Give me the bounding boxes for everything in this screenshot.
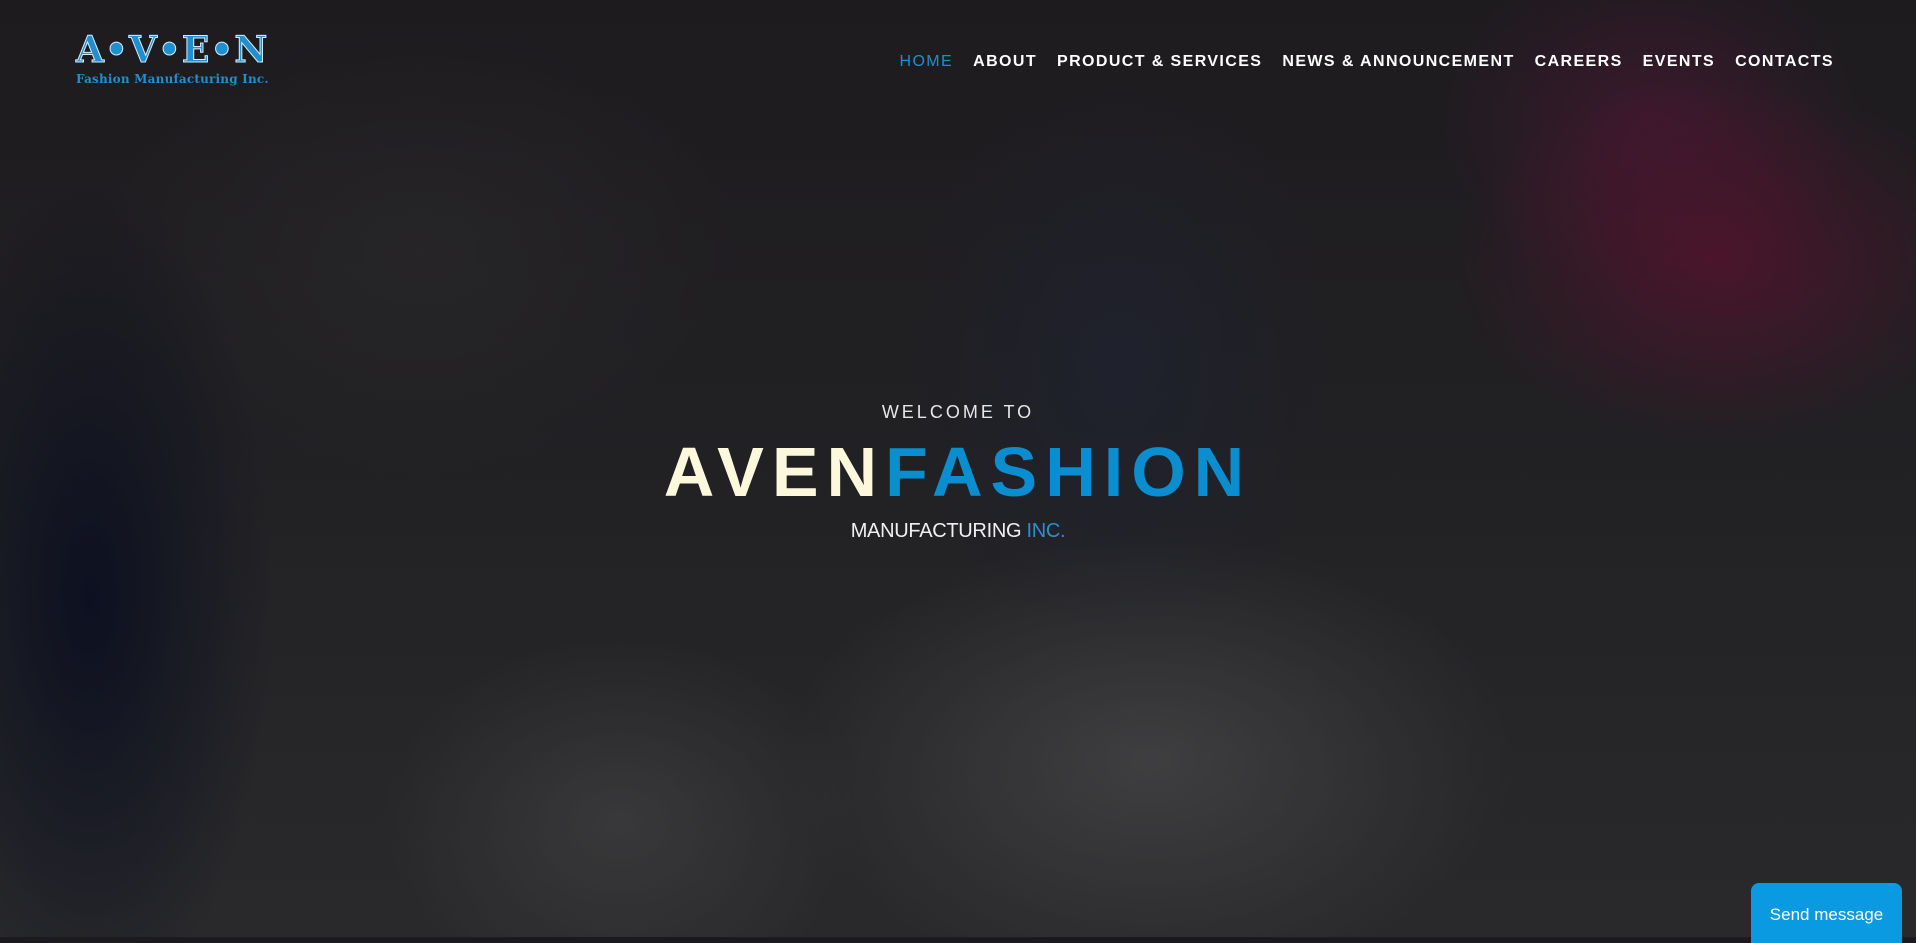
hero-title-aven: AVEN <box>663 433 886 511</box>
hero-text-block: WELCOME TO AVENFASHION MANUFACTURING INC… <box>0 398 1916 543</box>
hero-welcome-text: WELCOME TO <box>881 402 1035 422</box>
hero-subtitle-manufacturing: MANUFACTURING <box>850 520 1022 542</box>
hero-title: AVENFASHION <box>0 432 1916 512</box>
nav-item-events[interactable]: EVENTS <box>1633 50 1725 74</box>
hero-subtitle-inc: INC. <box>1021 520 1066 542</box>
hero-subtitle: MANUFACTURING INC. <box>0 520 1916 543</box>
hero-title-fashion: FASHION <box>885 433 1253 511</box>
logo-tagline: Fashion Manufacturing Inc. <box>76 72 269 86</box>
site-logo[interactable]: A•V•E•N Fashion Manufacturing Inc. <box>76 29 276 87</box>
logo-wordmark: A•V•E•N <box>76 29 269 71</box>
nav-item-careers[interactable]: CAREERS <box>1525 50 1633 74</box>
main-navigation: HOME ABOUT PRODUCT & SERVICES NEWS & ANN… <box>890 50 1845 74</box>
send-message-button[interactable]: Send message <box>1751 883 1902 943</box>
nav-item-product-services[interactable]: PRODUCT & SERVICES <box>1047 50 1272 74</box>
nav-item-home[interactable]: HOME <box>890 50 964 74</box>
nav-item-about[interactable]: ABOUT <box>963 50 1047 74</box>
nav-item-news-announcement[interactable]: NEWS & ANNOUNCEMENT <box>1272 50 1524 74</box>
nav-item-contacts[interactable]: CONTACTS <box>1725 50 1844 74</box>
